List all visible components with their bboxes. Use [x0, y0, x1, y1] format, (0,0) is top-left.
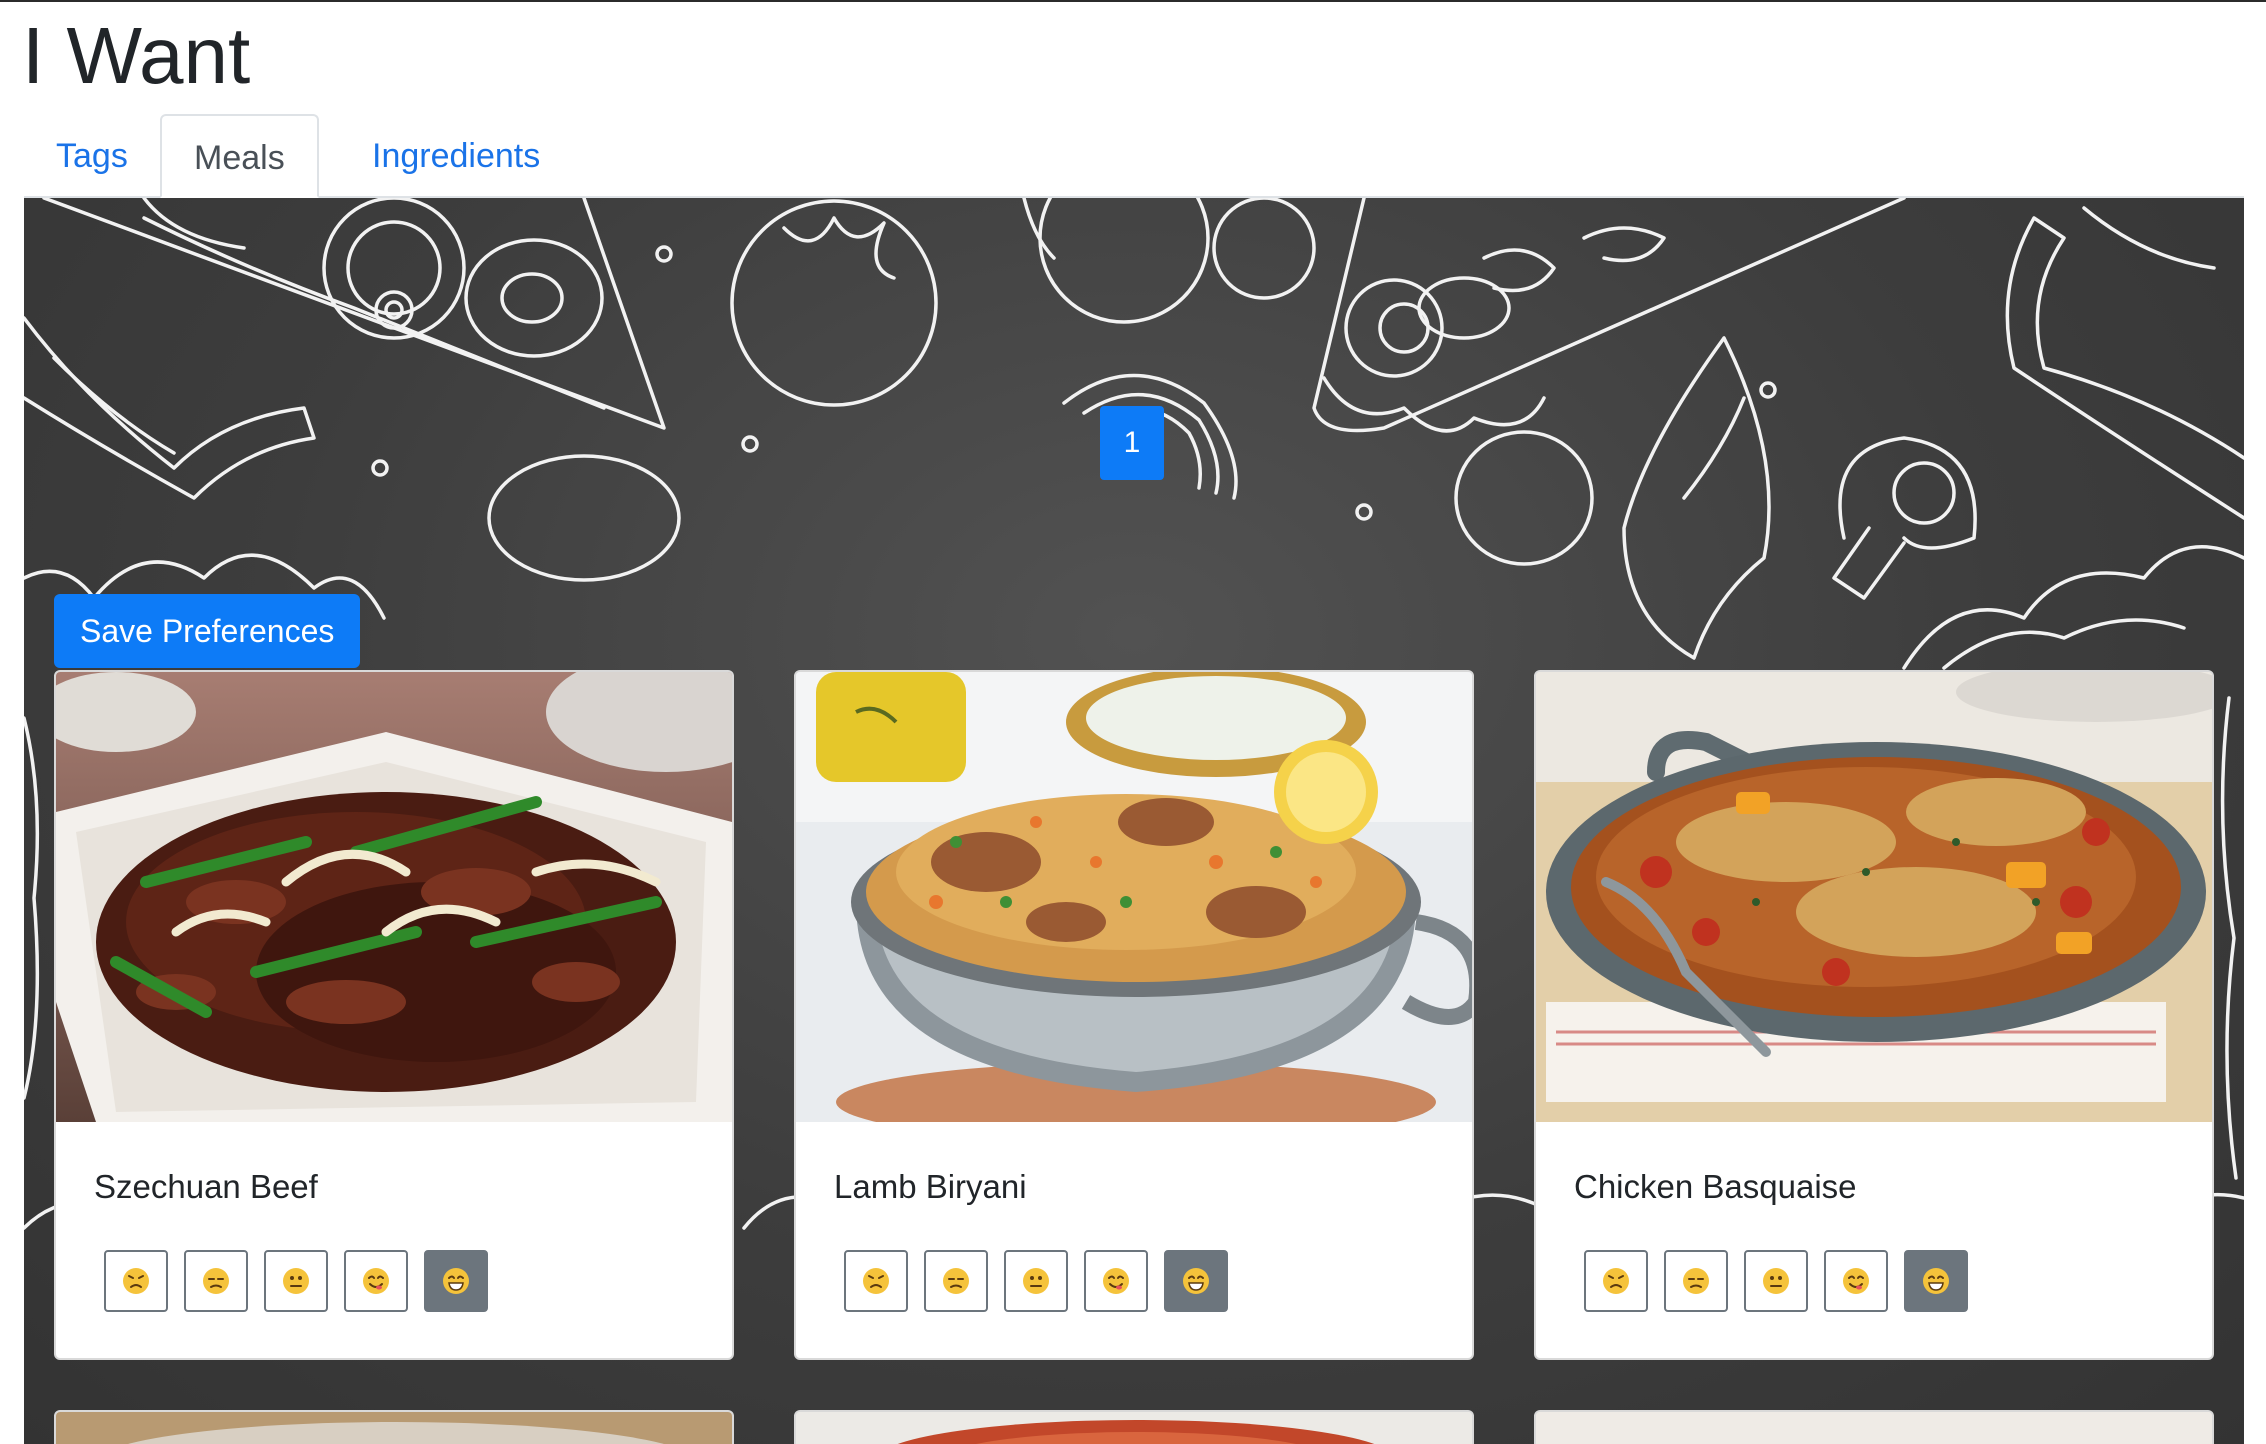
meal-photo-partial	[1536, 1412, 2212, 1444]
rating-button-3[interactable]	[1004, 1250, 1068, 1312]
rating-button-5[interactable]	[424, 1250, 488, 1312]
angry-face-icon	[863, 1268, 889, 1294]
yum-face-icon	[1103, 1268, 1129, 1294]
rating-button-1[interactable]	[104, 1250, 168, 1312]
rating-button-1[interactable]	[844, 1250, 908, 1312]
meal-photo-partial	[796, 1412, 1472, 1444]
rating-button-5[interactable]	[1164, 1250, 1228, 1312]
neutral-face-icon	[1763, 1268, 1789, 1294]
tab-bar: Tags Meals Ingredients	[24, 114, 2244, 198]
rating-button-4[interactable]	[1084, 1250, 1148, 1312]
tab-ingredients[interactable]: Ingredients	[340, 114, 572, 198]
tab-tags[interactable]: Tags	[24, 114, 160, 198]
angry-face-icon	[123, 1268, 149, 1294]
meal-photo-partial	[56, 1412, 732, 1444]
meal-card-szechuan-beef: Szechuan Beef	[54, 670, 734, 1360]
meal-name: Chicken Basquaise	[1574, 1168, 1857, 1205]
meal-card-lamb-biryani: Lamb Biryani	[794, 670, 1474, 1360]
meal-card-partial	[794, 1410, 1474, 1444]
pagination-page-1[interactable]: 1	[1100, 406, 1164, 480]
grinning-face-icon	[443, 1268, 469, 1294]
meal-photo-szechuan-beef	[56, 672, 732, 1122]
unamused-face-icon	[203, 1268, 229, 1294]
save-preferences-button[interactable]: Save Preferences	[54, 594, 361, 668]
neutral-face-icon	[283, 1268, 309, 1294]
neutral-face-icon	[1023, 1268, 1049, 1294]
meal-photo-lamb-biryani	[796, 672, 1472, 1122]
meal-name: Szechuan Beef	[94, 1168, 318, 1205]
tab-meals[interactable]: Meals	[160, 114, 319, 198]
meal-card-partial	[1534, 1410, 2214, 1444]
yum-face-icon	[1843, 1268, 1869, 1294]
rating-button-3[interactable]	[1744, 1250, 1808, 1312]
unamused-face-icon	[1683, 1268, 1709, 1294]
meal-card-chicken-basquaise: Chicken Basquaise	[1534, 670, 2214, 1360]
rating-button-4[interactable]	[344, 1250, 408, 1312]
yum-face-icon	[363, 1268, 389, 1294]
grinning-face-icon	[1183, 1268, 1209, 1294]
meal-card-partial	[54, 1410, 734, 1444]
meals-panel: 1 Save Preferences Szechuan Beef Lamb Bi…	[24, 198, 2244, 1444]
meal-photo-chicken-basquaise	[1536, 672, 2212, 1122]
unamused-face-icon	[943, 1268, 969, 1294]
rating-button-2[interactable]	[924, 1250, 988, 1312]
meal-name: Lamb Biryani	[834, 1168, 1027, 1205]
rating-button-3[interactable]	[264, 1250, 328, 1312]
rating-button-1[interactable]	[1584, 1250, 1648, 1312]
rating-button-2[interactable]	[184, 1250, 248, 1312]
rating-button-2[interactable]	[1664, 1250, 1728, 1312]
rating-button-4[interactable]	[1824, 1250, 1888, 1312]
angry-face-icon	[1603, 1268, 1629, 1294]
page-title: I Want	[22, 11, 251, 100]
rating-button-5[interactable]	[1904, 1250, 1968, 1312]
window-top-border	[0, 0, 2266, 2]
grinning-face-icon	[1923, 1268, 1949, 1294]
